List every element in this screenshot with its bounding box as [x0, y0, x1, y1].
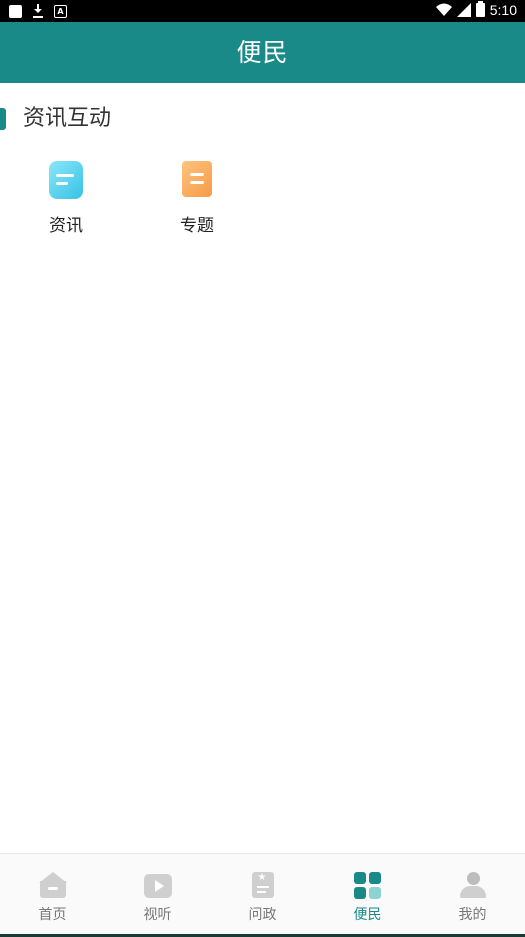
tile-news[interactable]: 资讯 — [26, 161, 106, 236]
cellular-signal-icon — [456, 3, 471, 17]
video-icon — [143, 872, 172, 898]
page-title: 便民 — [236, 38, 289, 67]
document-icon: ★ — [249, 872, 277, 898]
tile-news-label: 资讯 — [49, 216, 83, 236]
news-icon — [49, 161, 83, 199]
app-notification-icon: A — [54, 4, 67, 18]
nav-services[interactable]: 便民 — [315, 854, 420, 937]
app-header: 便民 — [0, 22, 525, 83]
wifi-icon — [435, 3, 452, 16]
home-icon — [38, 872, 67, 898]
bottom-navigation: 首页 视听 ★ 问政 便民 我的 — [0, 853, 525, 937]
section-title: 资讯互动 — [23, 106, 112, 131]
nav-inquiry[interactable]: ★ 问政 — [210, 854, 315, 937]
notification-square-icon — [9, 4, 22, 18]
section-accent-bar — [0, 108, 6, 130]
tile-topic-label: 专题 — [180, 216, 214, 236]
download-icon — [32, 4, 44, 18]
tile-topic[interactable]: 专题 — [157, 161, 237, 236]
topic-icon — [180, 161, 214, 199]
battery-icon — [475, 1, 485, 17]
nav-home-label: 首页 — [38, 907, 67, 923]
status-time: 5:10 — [489, 2, 517, 18]
nav-profile-label: 我的 — [458, 907, 487, 923]
nav-video-label: 视听 — [143, 907, 172, 923]
status-bar: A 5:10 — [0, 0, 525, 22]
section-header: 资讯互动 — [0, 104, 300, 134]
nav-services-label: 便民 — [353, 907, 382, 923]
nav-profile[interactable]: 我的 — [420, 854, 525, 937]
nav-video[interactable]: 视听 — [105, 854, 210, 937]
grid-icon — [353, 872, 382, 899]
user-icon — [459, 872, 487, 898]
nav-home[interactable]: 首页 — [0, 854, 105, 937]
nav-inquiry-label: 问政 — [248, 907, 277, 923]
